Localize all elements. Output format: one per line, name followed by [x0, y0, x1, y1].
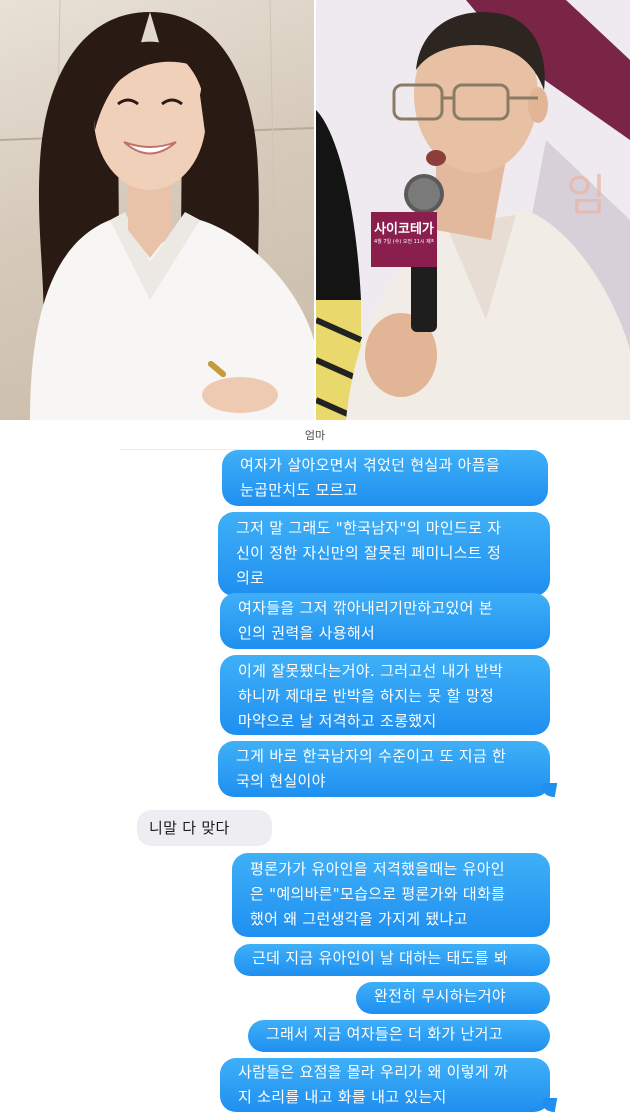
message-line: 이게 잘못됐다는거야. 그러고선 내가 반박 — [238, 662, 504, 680]
message-line: 여자들을 그저 깎아내리기만하고있어 본 — [238, 599, 493, 617]
message-bubble-sent[interactable]: 평론가가 유아인을 저격했을때는 유아인 은 "예의바른"모습으로 평론가와 대… — [232, 853, 550, 937]
message-line: 인의 권력을 사용해서 — [238, 624, 376, 642]
microphone-sign-text: 사이코테가 — [374, 222, 434, 237]
man-illustration: 임 — [316, 0, 630, 420]
message-thread: 엄마 여자가 살아오면서 겪었던 현실과 아픔을 눈곱만치도 모르고 그저 말 … — [0, 420, 630, 1114]
message-bubble-sent[interactable]: 그게 바로 한국남자의 수준이고 또 지금 한 국의 현실이야 — [218, 741, 550, 797]
message-line: 여자가 살아오면서 겪었던 현실과 아픔을 — [240, 456, 500, 474]
photo-collage: 임 사이코테가 4월 7일 (수) 오전 11시 제작 — [0, 0, 630, 420]
message-line: 했어 왜 그런생각을 가지게 됐냐고 — [250, 910, 468, 928]
contact-name[interactable]: 엄마 — [0, 427, 630, 443]
message-bubble-sent[interactable]: 완전히 무시하는거야 — [356, 982, 550, 1014]
message-bubble-received[interactable]: 니말 다 맞다 — [137, 810, 272, 846]
message-bubble-sent[interactable]: 그래서 지금 여자들은 더 화가 난거고 — [248, 1020, 550, 1052]
message-line: 사람들은 요점을 몰라 우리가 왜 이렇게 까 — [238, 1063, 509, 1081]
man-photo: 임 사이코테가 4월 7일 (수) 오전 11시 제작 — [316, 0, 630, 420]
message-line: 지 소리를 내고 화를 내고 있는지 — [238, 1088, 447, 1106]
message-line: 그게 바로 한국남자의 수준이고 또 지금 한 — [236, 747, 507, 765]
svg-text:임: 임 — [566, 171, 606, 220]
message-bubble-sent[interactable]: 이게 잘못됐다는거야. 그러고선 내가 반박 하니까 제대로 반박을 하지는 못… — [220, 655, 550, 735]
message-bubble-sent[interactable]: 여자가 살아오면서 겪었던 현실과 아픔을 눈곱만치도 모르고 — [222, 450, 548, 506]
message-line: 은 "예의바른"모습으로 평론가와 대화를 — [250, 885, 506, 903]
message-line: 그래서 지금 여자들은 더 화가 난거고 — [266, 1025, 503, 1043]
message-line: 눈곱만치도 모르고 — [240, 481, 358, 499]
message-bubble-sent[interactable]: 여자들을 그저 깎아내리기만하고있어 본 인의 권력을 사용해서 — [220, 593, 550, 649]
microphone-sign-subtext: 4월 7일 (수) 오전 11시 제작발표회 — [374, 239, 434, 245]
message-line: 국의 현실이야 — [236, 772, 326, 790]
message-line: 그저 말 그래도 "한국남자"의 마인드로 자 — [236, 519, 502, 537]
message-line: 마약으로 날 저격하고 조롱했지 — [238, 712, 437, 730]
message-line: 평론가가 유아인을 저격했을때는 유아인 — [250, 860, 505, 878]
woman-photo — [0, 0, 314, 420]
message-line: 신이 정한 자신만의 잘못된 페미니스트 정 — [236, 544, 502, 562]
message-line: 하니까 제대로 반박을 하지는 못 할 망정 — [238, 687, 495, 705]
message-bubble-sent[interactable]: 그저 말 그래도 "한국남자"의 마인드로 자 신이 정한 자신만의 잘못된 페… — [218, 512, 550, 596]
message-line: 완전히 무시하는거야 — [374, 987, 506, 1005]
message-bubble-sent[interactable]: 근데 지금 유아인이 날 대하는 태도를 봐 — [234, 944, 550, 976]
message-bubble-sent[interactable]: 사람들은 요점을 몰라 우리가 왜 이렇게 까 지 소리를 내고 화를 내고 있… — [220, 1058, 550, 1112]
message-line: 니말 다 맞다 — [149, 819, 230, 837]
message-line: 의로 — [236, 569, 265, 587]
woman-illustration — [0, 0, 314, 420]
message-line: 근데 지금 유아인이 날 대하는 태도를 봐 — [252, 949, 509, 967]
